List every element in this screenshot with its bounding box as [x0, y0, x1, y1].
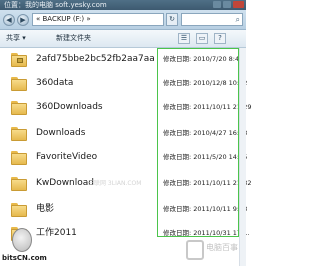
window-controls [213, 1, 244, 8]
list-item[interactable]: Downloads 修改日期: 2010/4/27 16:53 [0, 124, 248, 148]
folder-icon [11, 77, 27, 91]
site-logo: bitsCN.com [2, 226, 47, 266]
new-folder-button[interactable]: 新建文件夹 [56, 30, 91, 47]
help-icon[interactable]: ? [214, 33, 226, 44]
file-modified-date: 修改日期: 2010/4/27 16:53 [163, 129, 248, 137]
list-item[interactable]: FavoriteVideo 修改日期: 2011/5/20 14:25 [0, 148, 248, 172]
address-bar: ◀ ▶ « BACKUP (F:) » ↻ ⌕ [0, 10, 246, 30]
view-options-icon[interactable]: ☰ [178, 33, 190, 44]
list-item[interactable]: 360data 修改日期: 2010/12/8 10:12 [0, 74, 248, 98]
folder-icon [11, 177, 27, 191]
file-name: Downloads [36, 128, 86, 138]
list-item[interactable]: 电影 修改日期: 2011/10/11 9:03 [0, 200, 248, 224]
refresh-icon[interactable]: ↻ [166, 13, 178, 26]
navigation-buttons: ◀ ▶ [3, 14, 29, 26]
folder-icon [11, 101, 27, 115]
file-modified-date: 修改日期: 2011/5/20 14:25 [163, 153, 248, 161]
minimize-button[interactable] [213, 1, 221, 8]
locked-folder-icon [11, 53, 27, 67]
list-item[interactable]: 360Downloads 修改日期: 2011/10/11 21:29 [0, 98, 252, 122]
brand-watermark-text: 电脑百事 [206, 243, 238, 252]
file-name: 360data [36, 78, 74, 88]
file-name: KwDownload [36, 178, 94, 188]
address-path[interactable]: « BACKUP (F:) » [32, 13, 164, 26]
window-titlebar: 位置：我的电脑 soft.yesky.com [0, 0, 246, 10]
preview-pane-icon[interactable]: ▭ [196, 33, 208, 44]
maximize-button[interactable] [223, 1, 231, 8]
window-title: 位置：我的电脑 soft.yesky.com [4, 1, 107, 9]
mascot-icon [12, 228, 32, 252]
file-name: FavoriteVideo [36, 152, 98, 162]
file-modified-date: 修改日期: 2010/12/8 10:12 [163, 79, 248, 87]
folder-icon [11, 203, 27, 217]
close-button[interactable] [233, 1, 244, 8]
brand-logo-icon [186, 240, 204, 260]
share-menu-button[interactable]: 共享 ▾ [6, 30, 26, 47]
file-modified-date: 修改日期: 2010/7/20 8:47 [163, 55, 244, 63]
search-icon: ⌕ [235, 15, 240, 24]
search-input[interactable]: ⌕ [181, 13, 243, 26]
site-logo-text: bitsCN.com [2, 254, 47, 262]
list-item[interactable]: 2afd75bbe2bc52fb2aa7aa 修改日期: 2010/7/20 8… [0, 50, 246, 74]
vertical-scrollbar[interactable] [239, 48, 246, 266]
forward-arrow-icon[interactable]: ▶ [17, 14, 29, 26]
file-name: 360Downloads [36, 102, 103, 112]
folder-icon [11, 151, 27, 165]
file-name: 电影 [36, 204, 55, 214]
back-arrow-icon[interactable]: ◀ [3, 14, 15, 26]
brand-watermark: 电脑百事 [186, 238, 242, 264]
folder-icon [11, 127, 27, 141]
command-toolbar: 共享 ▾ 新建文件夹 ☰ ▭ ? [0, 30, 246, 48]
center-watermark: 三联网 3LIAN.COM [88, 180, 142, 187]
file-modified-date: 修改日期: 2011/10/11 9:03 [163, 205, 248, 213]
file-name: 2afd75bbe2bc52fb2aa7aa [36, 54, 155, 64]
